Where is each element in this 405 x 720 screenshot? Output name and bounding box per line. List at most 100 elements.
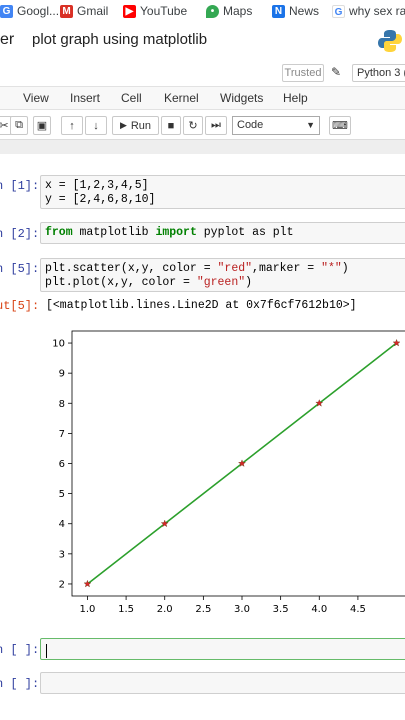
code-text: ) <box>245 276 253 289</box>
google-g-icon: G <box>332 4 345 18</box>
x-tick-label: 3.5 <box>273 604 289 615</box>
y-tick-label: 5 <box>59 489 65 500</box>
move-down-button[interactable]: ↓ <box>85 116 107 135</box>
keyword: import <box>155 226 197 239</box>
menu-insert[interactable]: Insert <box>70 91 100 105</box>
string-literal: "*" <box>321 262 342 275</box>
y-tick-label: 3 <box>59 549 65 560</box>
code-input[interactable] <box>40 672 405 694</box>
bookmark-label: News <box>289 4 320 18</box>
keyboard-icon: ⌨ <box>332 120 348 132</box>
notebook-toolbar: ✂ ⧉ ▣ ↑ ↓ ▶ Run ■ ↻ ⏭ Code ▼ ⌨ <box>0 110 405 140</box>
run-button[interactable]: ▶ Run <box>112 116 159 135</box>
bookmark-gmail[interactable]: M Gmail <box>60 3 108 19</box>
x-tick-label: 4.5 <box>350 604 366 615</box>
restart-icon: ↻ <box>188 120 198 132</box>
code-text: ,marker = <box>252 262 322 275</box>
menu-view[interactable]: View <box>23 91 49 105</box>
y-tick-label: 2 <box>59 579 65 590</box>
code-text: matplotlib <box>72 226 156 239</box>
x-tick-label: 4.0 <box>311 604 327 615</box>
code-text: plt.plot(x,y, color = <box>45 276 197 289</box>
youtube-icon: ▶ <box>123 4 136 18</box>
maps-icon: • <box>206 4 219 18</box>
gmail-icon: M <box>60 4 73 18</box>
restart-button[interactable]: ↻ <box>183 116 203 135</box>
trusted-badge[interactable]: Trusted <box>282 64 324 82</box>
interrupt-button[interactable]: ■ <box>161 116 181 135</box>
play-icon: ▶ <box>119 120 127 130</box>
jupyter-header: er plot graph using matplotlib <box>0 22 405 60</box>
news-icon: N <box>272 4 285 18</box>
code-text: plt.scatter(x,y, color = <box>45 262 218 275</box>
menu-bar: View Insert Cell Kernel Widgets Help <box>0 86 405 110</box>
arrow-up-icon: ↑ <box>69 119 75 132</box>
bookmark-youtube[interactable]: ▶ YouTube <box>123 3 187 19</box>
kernel-indicator[interactable]: Python 3 ( <box>352 64 405 82</box>
output-text: [<matplotlib.lines.Line2D at 0x7f6cf7612… <box>46 299 357 312</box>
paste-icon: ▣ <box>36 120 48 132</box>
code-line: y = [2,4,6,8,10] <box>45 193 156 206</box>
bookmark-label: Gmail <box>77 4 109 18</box>
x-tick-label: 1.5 <box>118 604 134 615</box>
x-tick-label: 3.0 <box>234 604 250 615</box>
bookmark-news[interactable]: N News <box>272 3 319 19</box>
input-prompt: n [2]: <box>0 227 40 241</box>
x-tick-label: 1.0 <box>80 604 96 615</box>
cut-icon: ✂ <box>0 120 9 132</box>
bookmark-maps[interactable]: • Maps <box>206 3 252 19</box>
chevron-down-icon: ▼ <box>306 120 315 130</box>
arrow-down-icon: ↓ <box>93 119 99 132</box>
bookmark-label: Googl... <box>17 4 60 18</box>
jupyter-logo-text[interactable]: er <box>0 31 14 49</box>
paste-button[interactable]: ▣ <box>33 116 51 135</box>
y-tick-label: 4 <box>59 519 65 530</box>
code-line: from matplotlib import pyplot as plt <box>45 226 293 240</box>
menu-widgets[interactable]: Widgets <box>220 91 263 105</box>
bookmark-label: Maps <box>223 4 253 18</box>
command-palette-button[interactable]: ⌨ <box>329 116 351 135</box>
code-line: x = [1,2,3,4,5] <box>45 179 149 192</box>
input-prompt: n [5]: <box>0 262 40 276</box>
string-literal: "green" <box>196 276 246 289</box>
code-input[interactable]: from matplotlib import pyplot as plt <box>40 222 405 244</box>
copy-button[interactable]: ⧉ <box>10 116 28 135</box>
output-prompt: ut[5]: <box>0 299 40 313</box>
bookmarks-bar: G Googl... M Gmail ▶ YouTube • Maps N Ne… <box>0 0 405 22</box>
string-literal: "red" <box>217 262 253 275</box>
menu-help[interactable]: Help <box>283 91 308 105</box>
menu-cell[interactable]: Cell <box>121 91 142 105</box>
input-prompt: n [ ]: <box>0 677 40 691</box>
input-prompt: n [ ]: <box>0 643 40 657</box>
run-label: Run <box>130 119 152 132</box>
menu-kernel[interactable]: Kernel <box>164 91 199 105</box>
bookmark-label: YouTube <box>140 4 188 18</box>
code-input-active[interactable] <box>40 638 405 660</box>
text-cursor <box>46 644 47 658</box>
x-tick-label: 2.0 <box>157 604 173 615</box>
input-prompt: n [1]: <box>0 179 40 193</box>
x-tick-label: 2.5 <box>195 604 211 615</box>
move-up-button[interactable]: ↑ <box>61 116 83 135</box>
stop-icon: ■ <box>167 119 175 132</box>
python-logo-icon <box>378 30 402 52</box>
bookmark-search[interactable]: G why sex ra <box>332 3 405 19</box>
y-tick-label: 6 <box>59 459 65 470</box>
pencil-icon[interactable]: ✎ <box>331 65 341 79</box>
cell-type-select[interactable]: Code ▼ <box>232 116 320 135</box>
code-line: plt.plot(x,y, color = "green") <box>45 276 252 290</box>
code-input[interactable]: plt.scatter(x,y, color = "red",marker = … <box>40 258 405 292</box>
code-input[interactable]: x = [1,2,3,4,5] y = [2,4,6,8,10] <box>40 175 405 209</box>
restart-run-all-button[interactable]: ⏭ <box>205 116 227 135</box>
code-line: plt.scatter(x,y, color = "red",marker = … <box>45 262 349 276</box>
code-text: ) <box>341 262 349 275</box>
notebook-title[interactable]: plot graph using matplotlib <box>32 31 207 48</box>
y-tick-label: 10 <box>52 339 65 350</box>
bookmark-label: why sex ra <box>349 4 405 18</box>
y-tick-label: 7 <box>59 429 65 440</box>
google-icon: G <box>0 4 13 18</box>
y-tick-label: 9 <box>59 369 65 380</box>
bookmark-google[interactable]: G Googl... <box>0 3 59 19</box>
copy-icon: ⧉ <box>15 119 23 131</box>
cell-type-value: Code <box>237 119 264 131</box>
